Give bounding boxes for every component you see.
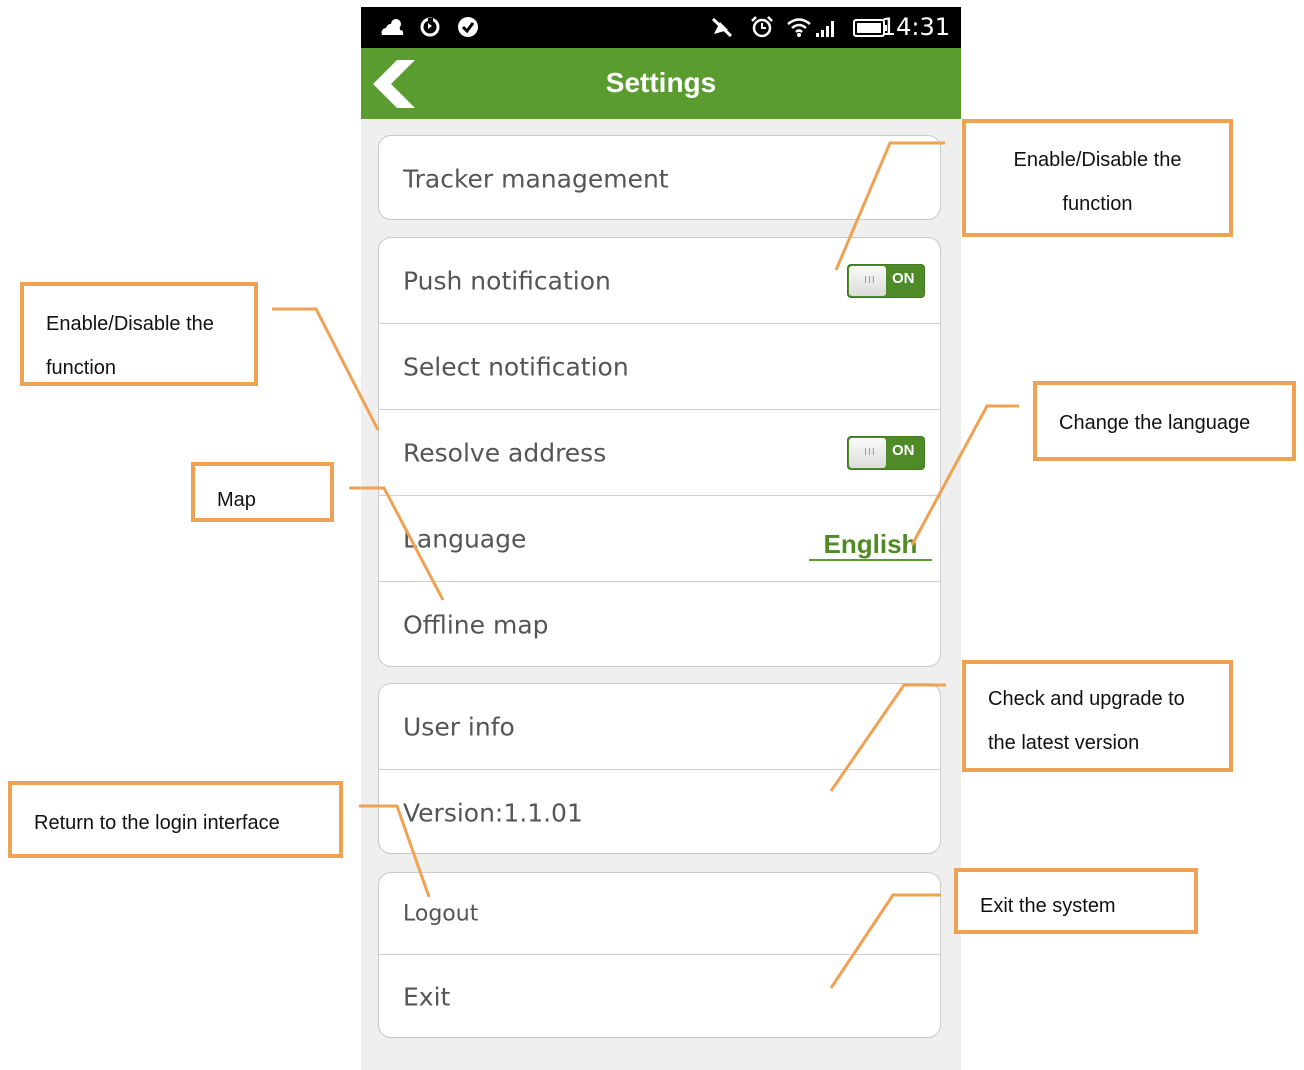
annotation-text: Check and upgrade to	[988, 688, 1185, 710]
leader-logout	[359, 804, 431, 898]
annotation-text: function	[1062, 193, 1133, 215]
leader-resolve	[272, 307, 380, 431]
annotation-map: Map	[191, 462, 334, 522]
annotation-text: Enable/Disable the	[46, 313, 214, 335]
annotation-text: Change the language	[1059, 412, 1251, 434]
annotation-language: Change the language	[1033, 381, 1296, 461]
annotation-resolve-address: Enable/Disable the function	[20, 282, 258, 386]
annotation-version: Check and upgrade to the latest version	[962, 660, 1233, 772]
annotation-exit: Exit the system	[954, 868, 1198, 934]
annotation-text: Exit the system	[980, 895, 1116, 917]
annotation-text: function	[46, 357, 117, 379]
annotation-logout: Return to the login interface	[8, 781, 343, 858]
annotation-push-toggle: Enable/Disable the function	[962, 119, 1233, 237]
annotation-text: the latest version	[988, 732, 1140, 754]
leader-push-toggle	[834, 141, 945, 271]
annotation-text: Map	[217, 489, 256, 511]
leader-language	[910, 404, 1019, 546]
leader-version	[829, 683, 946, 792]
leader-exit	[829, 893, 941, 989]
annotation-text: Enable/Disable the	[1013, 149, 1182, 171]
leader-map	[349, 486, 445, 601]
annotation-text: Return to the login interface	[34, 812, 280, 834]
